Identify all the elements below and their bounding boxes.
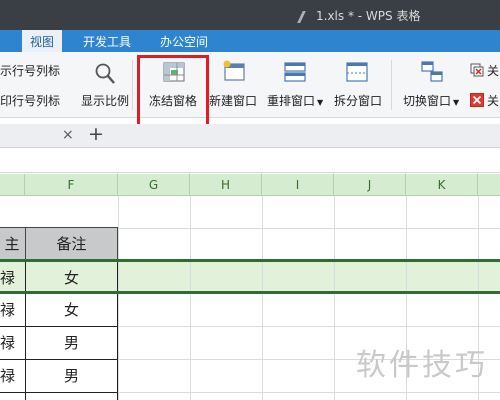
- split-window-icon: [346, 62, 368, 82]
- close-tab-icon[interactable]: ×: [62, 127, 74, 143]
- table-border: [0, 326, 118, 327]
- zoom-label: 显示比例: [81, 94, 130, 108]
- column-header-f[interactable]: F: [25, 174, 118, 196]
- chevron-down-icon: ▼: [453, 98, 460, 107]
- magnifier-icon: [95, 63, 115, 84]
- table-border: [0, 392, 118, 393]
- switch-window-text: 切换窗口: [403, 94, 452, 108]
- table-border: [117, 261, 118, 400]
- watermark: 软件技巧: [356, 348, 488, 383]
- grid-line: [190, 196, 191, 400]
- header-cell-left[interactable]: 主: [0, 227, 26, 261]
- ribbon: 示行号列标 印行号列标 显示比例 冻结窗格 新建窗口 重排窗口 ▼ 拆分窗口 切…: [0, 52, 500, 118]
- table-cell-left[interactable]: 禄: [0, 297, 24, 323]
- arrange-windows-text: 重排窗口: [267, 94, 316, 108]
- table-cell-left[interactable]: 禄: [0, 265, 24, 291]
- column-header-i[interactable]: I: [262, 174, 334, 196]
- table-cell-left[interactable]: 禄: [0, 330, 24, 356]
- table-cell[interactable]: 男: [26, 363, 117, 389]
- title-bar: 1.xls * - WPS 表格: [0, 0, 500, 30]
- tab-developer[interactable]: 开发工具: [83, 33, 131, 50]
- column-header-partial[interactable]: [0, 174, 25, 196]
- freeze-line: [0, 291, 500, 294]
- switch-window-icon: [421, 61, 443, 82]
- arrange-windows-icon: [284, 62, 306, 82]
- window-title-text: 1.xls * - WPS 表格: [316, 9, 421, 23]
- header-cell-remarks[interactable]: 备注: [25, 227, 118, 261]
- close-all-icon: [470, 63, 484, 77]
- add-tab-icon[interactable]: +: [88, 123, 104, 145]
- tab-view[interactable]: 视图: [22, 30, 63, 52]
- chevron-down-icon: ▼: [317, 98, 324, 107]
- column-header-h[interactable]: H: [190, 174, 262, 196]
- menu-bar: 视图 开发工具 办公空间: [0, 30, 500, 52]
- close-all-label: 关: [487, 64, 500, 78]
- close-icon: [470, 93, 484, 107]
- column-header-j[interactable]: J: [334, 174, 406, 196]
- table-cell[interactable]: 男: [26, 330, 117, 356]
- formula-bar[interactable]: [0, 149, 500, 173]
- show-row-col-headers-checkbox[interactable]: 示行号列标: [0, 62, 60, 79]
- arrange-windows-label: 重排窗口 ▼: [267, 92, 323, 109]
- new-window-label: 新建窗口: [209, 94, 258, 108]
- column-header-k[interactable]: K: [406, 174, 478, 196]
- freeze-panes-highlight-box: [137, 55, 209, 128]
- table-cell[interactable]: 女: [26, 265, 117, 291]
- split-window-label: 拆分窗口: [334, 94, 383, 108]
- column-header-g[interactable]: G: [118, 174, 190, 196]
- freeze-line: [0, 259, 500, 262]
- document-tabs-bar: × +: [0, 123, 500, 148]
- close-window-label: 关: [487, 94, 500, 108]
- table-cell[interactable]: 女: [26, 297, 117, 323]
- print-row-col-headers-checkbox[interactable]: 印行号列标: [0, 92, 60, 109]
- new-window-icon: [223, 60, 245, 81]
- window-title: 1.xls * - WPS 表格: [297, 7, 421, 24]
- divider: [391, 60, 392, 110]
- pen-icon: [297, 10, 311, 23]
- tab-office-space[interactable]: 办公空间: [160, 33, 208, 50]
- divider: [132, 60, 133, 110]
- grid-line: [118, 196, 119, 400]
- table-border: [0, 359, 118, 360]
- table-cell-left[interactable]: 禄: [0, 363, 24, 389]
- grid-line: [262, 196, 263, 400]
- switch-window-label: 切换窗口 ▼: [403, 92, 459, 109]
- grid-line: [334, 196, 335, 400]
- column-headers: F G H I J K: [0, 174, 500, 196]
